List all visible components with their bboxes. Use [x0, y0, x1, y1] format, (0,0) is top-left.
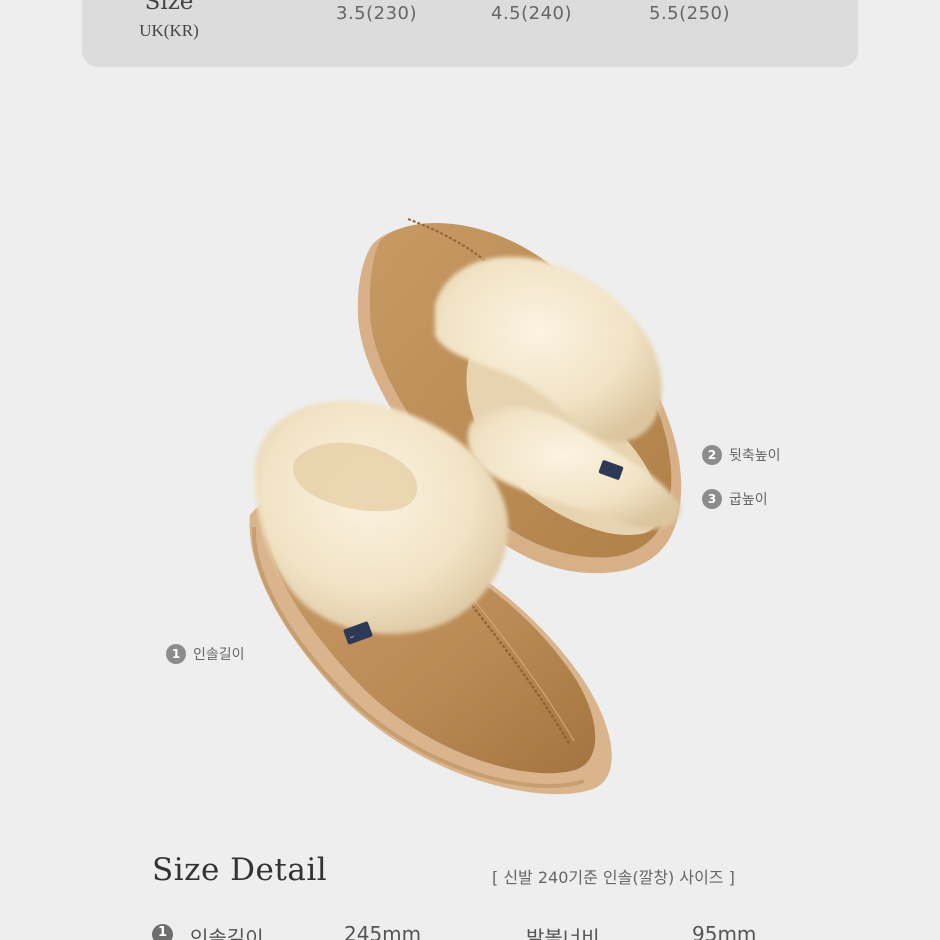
callout-insole-length: 1 인솔길이 [166, 644, 245, 664]
size-value-2: 4.5(240) [491, 3, 573, 24]
callout-heel-counter-height: 2 뒷축높이 [702, 445, 781, 465]
size-value-1: 3.5(230) [336, 3, 418, 24]
callout-label-2: 뒷축높이 [729, 448, 781, 464]
callout-number-1: 1 [166, 644, 186, 664]
detail-label-width: 발볼너비 [526, 926, 600, 940]
callout-number-3: 3 [702, 489, 722, 509]
size-table-sublabel: UK(KR) [139, 21, 199, 40]
size-value-3: 5.5(250) [649, 3, 731, 24]
product-detail-page: Size UK(KR) 3.5(230) 4.5(240) 5.5(250) ~… [0, 0, 940, 940]
detail-number-1: 1 [152, 924, 173, 940]
callout-label-1: 인솔길이 [193, 647, 245, 663]
callout-number-2: 2 [702, 445, 722, 465]
callout-heel-height: 3 굽높이 [702, 489, 768, 509]
detail-value-insole: 245mm [344, 922, 422, 940]
detail-label-insole: 인솔길이 [190, 926, 264, 940]
size-detail-title: Size Detail [152, 852, 328, 888]
detail-value-width: 95mm [692, 922, 757, 940]
size-table-label: Size [144, 0, 194, 15]
fur-slipper-photo: ~ [249, 218, 682, 795]
callout-label-3: 굽높이 [729, 492, 768, 508]
size-detail-note: [ 신발 240기준 인솔(깔창) 사이즈 ] [492, 868, 735, 887]
